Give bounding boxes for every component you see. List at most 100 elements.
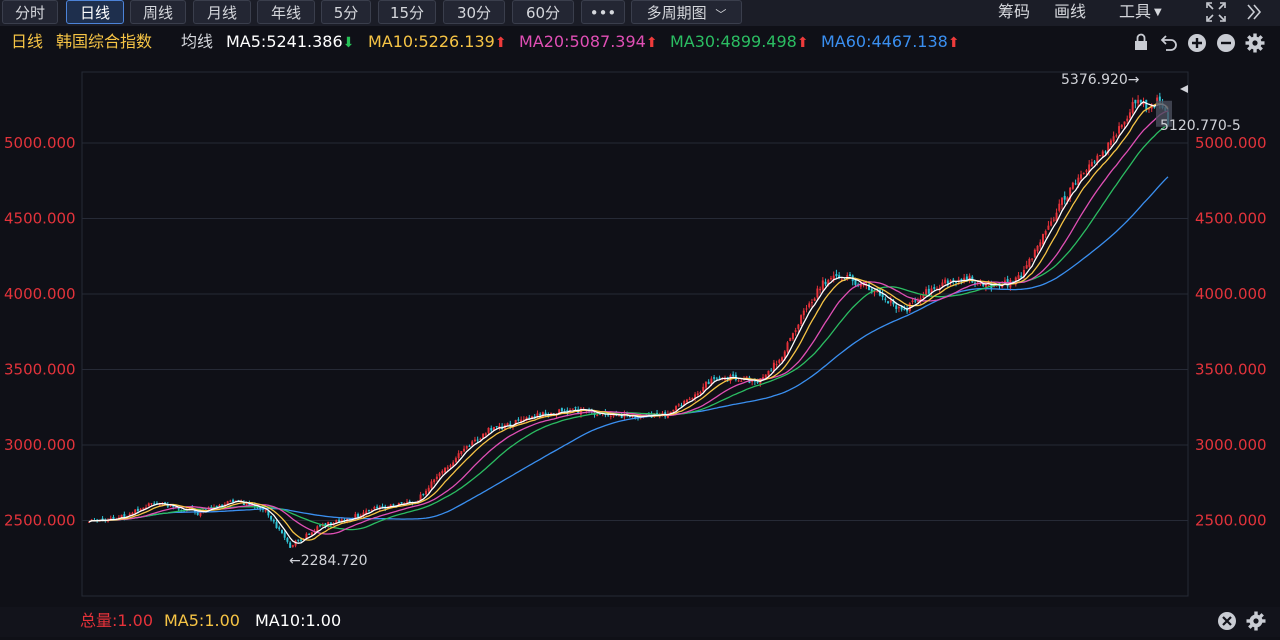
y-tick-label: 3500.000	[1195, 361, 1267, 379]
candle-body	[215, 505, 218, 507]
y-axis-left: 2500.000 3000.000 3500.000 4000.000 4500.000…	[4, 134, 76, 530]
candle-body	[275, 522, 278, 529]
candle-body	[454, 458, 457, 463]
candle-body	[299, 539, 302, 541]
candle-body	[1063, 195, 1066, 200]
candle-body	[1039, 242, 1042, 247]
candle-body	[444, 468, 447, 473]
candle-body	[1137, 99, 1140, 104]
candle-body	[740, 380, 743, 382]
candle-body	[1109, 140, 1112, 145]
candle-body	[310, 532, 313, 535]
y-tick-label: 4500.000	[1195, 210, 1267, 228]
candle-body	[1134, 99, 1137, 104]
candle-body	[560, 408, 563, 412]
candle-body	[1061, 197, 1064, 205]
close-icon[interactable]	[1217, 611, 1237, 640]
candle-body	[457, 453, 460, 458]
candle-body	[821, 280, 824, 290]
candle-body	[819, 288, 822, 291]
candle-body	[264, 510, 267, 512]
candle-body	[476, 439, 479, 441]
candle-body	[232, 499, 235, 503]
candle-body	[1099, 155, 1102, 157]
total-volume-label: 总量:1.00	[80, 611, 154, 630]
candle-body	[419, 494, 422, 500]
volume-indicator-row: 总量:1.00 MA5:1.00 MA10:1.00	[0, 607, 1280, 637]
candle-body	[150, 503, 153, 505]
candle-body	[471, 441, 474, 446]
candle-body	[196, 512, 199, 515]
candle-body	[1120, 124, 1123, 128]
candle-body	[1118, 126, 1121, 134]
y-tick-label: 5000.000	[4, 134, 76, 152]
candle-body	[715, 378, 718, 380]
candle-body	[609, 415, 612, 417]
grid-lines	[81, 71, 1189, 597]
candle-body	[1025, 265, 1028, 269]
candle-body	[672, 409, 675, 412]
volume-ma5-label: MA5:1.00	[164, 611, 240, 630]
candle-body	[802, 310, 805, 316]
low-annotation: ←2284.720	[289, 553, 368, 569]
candle-body	[713, 377, 716, 379]
volume-ma10-label: MA10:1.00	[255, 611, 342, 630]
candle-body	[1071, 182, 1074, 189]
candle-body	[808, 303, 811, 308]
candle-body	[770, 370, 773, 372]
candle-body	[704, 381, 707, 388]
y-tick-label: 4000.000	[1195, 285, 1267, 303]
candle-body	[435, 476, 438, 480]
candle-body	[308, 533, 311, 535]
candle-body	[933, 287, 936, 289]
candle-body	[1139, 99, 1142, 103]
candle-body	[142, 507, 145, 509]
candle-body	[357, 513, 360, 518]
candle-body	[941, 282, 944, 287]
candle-body	[134, 509, 137, 513]
candle-body	[829, 278, 832, 280]
candle-body	[887, 301, 890, 304]
plot-frame	[81, 71, 1189, 597]
candle-body	[1145, 99, 1148, 110]
candle-body	[1036, 245, 1039, 252]
candlestick-chart[interactable]: 2500.000 3000.000 3500.000 4000.000 4500.000…	[0, 0, 1280, 607]
candle-body	[745, 376, 748, 378]
candle-body	[218, 505, 221, 507]
candle-body	[1074, 183, 1077, 185]
app-root: 分时 日线 周线 月线 年线 5分 15分 30分 60分 ••• 多周期图 ﹀…	[0, 0, 1280, 637]
candle-body	[732, 374, 735, 376]
candle-body	[775, 364, 778, 366]
candle-body	[441, 471, 444, 474]
candle-body	[889, 300, 892, 303]
candle-body	[914, 300, 917, 302]
candle-body	[449, 465, 452, 467]
candle-body	[468, 445, 471, 447]
candle-body	[147, 503, 150, 507]
candle-body	[696, 393, 699, 396]
candle-body	[797, 324, 800, 329]
candle-body	[1041, 234, 1044, 245]
candles	[88, 92, 1169, 548]
candle-body	[367, 509, 370, 511]
candle-body	[805, 308, 808, 310]
candle-body	[1101, 151, 1104, 157]
candle-body	[1128, 112, 1131, 119]
candle-body	[270, 515, 273, 520]
candle-body	[109, 517, 112, 519]
candle-body	[463, 448, 466, 452]
candle-body	[1044, 231, 1047, 235]
candle-body	[392, 504, 395, 506]
candle-body	[762, 377, 765, 379]
candle-body	[944, 279, 947, 284]
candle-body	[1112, 136, 1115, 142]
candle-body	[789, 338, 792, 342]
candle-body	[1090, 162, 1093, 167]
candle-body	[1123, 121, 1126, 125]
candle-body	[810, 302, 813, 304]
settings-icon[interactable]	[1246, 611, 1266, 640]
candle-body	[1126, 118, 1129, 122]
candle-body	[778, 359, 781, 363]
candle-body	[1085, 170, 1088, 172]
annotations: 5376.920→ ←2284.720 5120.770-5	[289, 72, 1241, 569]
